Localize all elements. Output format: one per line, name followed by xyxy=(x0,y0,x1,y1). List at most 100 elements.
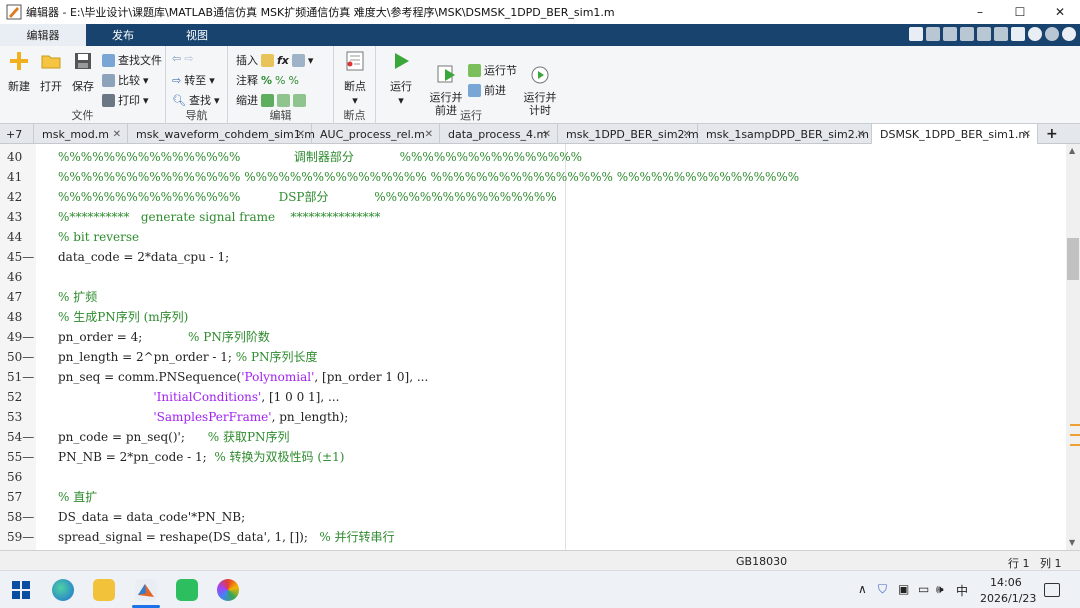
scroll-down-arrow-icon[interactable]: ▼ xyxy=(1069,538,1075,547)
new-button[interactable]: 新建 xyxy=(4,50,34,94)
doc-tab-active[interactable]: DSMSK_1DPD_BER_sim1.m ✕ xyxy=(872,124,1038,145)
code-line[interactable]: %%%%%%%%%%%%%%%% 调制器部分 %%%%%%%%%%%%%%%% xyxy=(58,147,582,167)
line-number[interactable]: 49— xyxy=(0,327,36,347)
code-line[interactable]: pn_seq = comm.PNSequence('Polynomial', [… xyxy=(58,367,428,387)
indent-button[interactable]: 缩进 xyxy=(236,92,258,108)
scrollbar-thumb[interactable] xyxy=(1067,238,1079,280)
close-tab-icon[interactable]: ✕ xyxy=(113,129,121,140)
ime-indicator[interactable]: 中 xyxy=(956,582,968,599)
tab-publish[interactable]: 发布 xyxy=(86,24,160,46)
insert-button[interactable]: 插入 xyxy=(236,52,258,68)
browser-app-icon[interactable] xyxy=(217,579,239,601)
scroll-up-arrow-icon[interactable]: ▲ xyxy=(1069,146,1075,155)
clock-time[interactable]: 14:06 xyxy=(990,576,1022,589)
doc-tab[interactable]: msk_1DPD_BER_sim2.m ✕ xyxy=(558,124,699,144)
line-number[interactable]: 47 xyxy=(0,287,36,307)
tab-editor[interactable]: 编辑器 xyxy=(0,24,86,46)
close-tab-icon[interactable]: ✕ xyxy=(683,129,691,140)
battery-icon[interactable]: ▭ xyxy=(918,582,929,596)
close-tab-icon[interactable]: ✕ xyxy=(425,129,433,140)
line-number[interactable]: 45— xyxy=(0,247,36,267)
close-tab-icon[interactable]: ✕ xyxy=(543,129,551,140)
close-button[interactable]: ✕ xyxy=(1040,0,1080,24)
uncomment-icon[interactable]: % xyxy=(275,74,285,87)
percent-comment-icon[interactable]: % xyxy=(261,74,272,87)
run-section-button[interactable]: 运行节 xyxy=(468,62,517,78)
line-number[interactable]: 41 xyxy=(0,167,36,187)
code-line[interactable]: pn_length = 2^pn_order - 1; % PN序列长度 xyxy=(58,347,318,367)
redo-quick-icon[interactable] xyxy=(994,27,1008,41)
line-number[interactable]: 59— xyxy=(0,527,36,547)
code-editor[interactable]: 40 41 42 43 44 45— 46 47 48 49— 50— 51— 52 53 54— 55— 56… xyxy=(0,144,1066,550)
close-tab-icon[interactable]: ✕ xyxy=(297,129,305,140)
tabs-overflow-button[interactable]: +7 xyxy=(0,124,34,144)
tab-view[interactable]: 视图 xyxy=(160,24,234,46)
code-line[interactable]: PN_NB = 2*pn_code - 1; % 转换为双极性码 (±1) xyxy=(58,447,344,467)
doc-tab[interactable]: data_process_4.m ✕ xyxy=(440,124,558,144)
code-line[interactable]: data_code = 2*data_cpu - 1; xyxy=(58,247,229,267)
code-line[interactable]: pn_code = pn_seq()'; % 获取PN序列 xyxy=(58,427,290,447)
security-shield-icon[interactable]: ⛉ xyxy=(878,582,887,597)
save-button[interactable]: 保存 xyxy=(68,50,98,94)
increase-indent-icon[interactable] xyxy=(277,93,290,107)
comment-button[interactable]: 注释 xyxy=(236,72,258,88)
tray-overflow-chevron[interactable]: ∧ xyxy=(858,582,867,596)
line-number[interactable]: 58— xyxy=(0,507,36,527)
windows-start-icon[interactable] xyxy=(10,579,32,601)
warning-marker[interactable] xyxy=(1070,444,1080,446)
copy-quick-icon[interactable] xyxy=(943,27,957,41)
save-quick-icon[interactable] xyxy=(909,27,923,41)
code-line[interactable]: % 生成PN序列 (m序列) xyxy=(58,307,188,327)
find-files-button[interactable]: 查找文件 xyxy=(102,52,162,68)
line-number[interactable]: 46 xyxy=(0,267,36,287)
wrap-comment-icon[interactable]: % xyxy=(288,74,298,87)
matlab-icon[interactable] xyxy=(135,579,157,601)
line-number[interactable]: 52 xyxy=(0,387,36,407)
close-tab-icon[interactable]: ✕ xyxy=(1023,129,1031,140)
line-number[interactable]: 44 xyxy=(0,227,36,247)
open-button[interactable]: 打开 xyxy=(36,50,66,94)
code-line[interactable]: %********** generate signal frame ******… xyxy=(58,207,380,227)
advance-button[interactable]: 前进 xyxy=(468,82,506,98)
edge-browser-icon[interactable] xyxy=(52,579,74,601)
line-number[interactable]: 56 xyxy=(0,467,36,487)
line-number[interactable]: 43 xyxy=(0,207,36,227)
line-number[interactable]: 50— xyxy=(0,347,36,367)
code-line[interactable]: % 扩频 xyxy=(58,287,97,307)
code-line[interactable]: % bit reverse xyxy=(58,227,139,247)
doc-tab[interactable]: AUC_process_rel.m ✕ xyxy=(312,124,440,144)
smart-indent-icon[interactable] xyxy=(261,93,274,107)
wechat-icon[interactable] xyxy=(176,579,198,601)
back-forward-buttons[interactable]: ⇦ ⇨ xyxy=(172,52,193,65)
line-number[interactable]: 51— xyxy=(0,367,36,387)
new-tab-button[interactable]: + xyxy=(1040,124,1064,144)
close-tab-icon[interactable]: ✕ xyxy=(857,129,865,140)
search-docs-icon[interactable] xyxy=(1045,27,1059,41)
doc-tab[interactable]: msk_mod.m ✕ xyxy=(34,124,128,144)
decrease-indent-icon[interactable] xyxy=(293,93,306,107)
maximize-button[interactable]: ☐ xyxy=(1000,0,1040,24)
code-line[interactable]: %%%%%%%%%%%%%%%% %%%%%%%%%%%%%%%% %%%%%%… xyxy=(58,167,799,187)
line-number[interactable]: 55— xyxy=(0,447,36,467)
code-line[interactable]: DS_data = data_code'*PN_NB; xyxy=(58,507,245,527)
line-number[interactable]: 53 xyxy=(0,407,36,427)
code-line[interactable]: 'SamplesPerFrame', pn_length); xyxy=(58,407,348,427)
fx-button[interactable]: fx xyxy=(277,54,289,67)
volume-icon[interactable]: 🕪︎ xyxy=(936,582,944,597)
code-line[interactable]: % 直扩 xyxy=(58,487,97,507)
goto-button[interactable]: ⇨ 转至 ▾ xyxy=(172,72,215,88)
vertical-scrollbar[interactable]: ▲ ▼ xyxy=(1066,144,1080,550)
notification-icon[interactable] xyxy=(1044,583,1060,597)
help-icon[interactable] xyxy=(1028,27,1042,41)
run-button[interactable]: 运行 ▾ xyxy=(386,50,416,107)
doc-tab[interactable]: msk_1sampDPD_BER_sim2.m ✕ xyxy=(698,124,872,144)
back-arrow-icon[interactable]: ⇦ xyxy=(172,52,181,65)
line-number[interactable]: 42 xyxy=(0,187,36,207)
line-number[interactable]: 40 xyxy=(0,147,36,167)
file-explorer-icon[interactable] xyxy=(93,579,115,601)
code-line[interactable]: 'InitialConditions', [1 0 0 1], ... xyxy=(58,387,339,407)
line-number[interactable]: 54— xyxy=(0,427,36,447)
warning-marker[interactable] xyxy=(1070,434,1080,436)
minimize-button[interactable]: – xyxy=(960,0,1000,24)
line-number[interactable]: 48 xyxy=(0,307,36,327)
